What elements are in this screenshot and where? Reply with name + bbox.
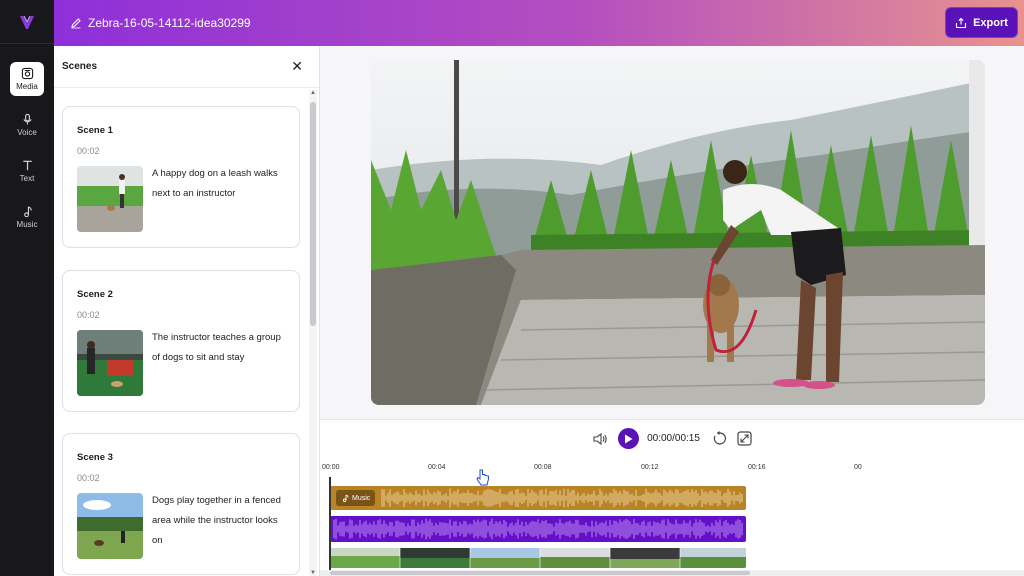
volume-button[interactable] [592, 432, 608, 446]
rail-item-label: Voice [17, 128, 37, 137]
voice-track[interactable] [330, 516, 746, 542]
rail-item-text[interactable]: Text [10, 154, 44, 188]
play-button[interactable] [618, 428, 640, 449]
music-waveform [381, 488, 743, 508]
fullscreen-button[interactable] [737, 431, 752, 446]
close-icon[interactable]: ✕ [291, 58, 303, 75]
export-icon [956, 17, 967, 28]
export-label: Export [973, 16, 1008, 29]
music-note-icon [23, 206, 32, 218]
logo-icon [20, 15, 34, 29]
microphone-icon [22, 113, 32, 125]
scene-card-1[interactable]: Scene 1 00:02 A happy dog on a leash wal… [62, 106, 300, 248]
project-title[interactable]: Zebra-16-05-14112-idea30299 [88, 16, 251, 30]
export-button[interactable]: Export [945, 7, 1018, 38]
timeline-tick: 00:00 [322, 464, 340, 471]
scenes-title: Scenes [62, 61, 98, 72]
rail-item-label: Music [16, 220, 38, 229]
scroll-up-icon[interactable]: ▲ [310, 90, 316, 96]
pencil-icon[interactable] [70, 17, 82, 29]
playback-time: 00:00/00:15 [647, 433, 700, 444]
scene-name: Scene 3 [77, 452, 113, 463]
scene-duration: 00:02 [77, 473, 100, 483]
replay-button[interactable] [712, 431, 727, 446]
expand-icon [737, 431, 752, 446]
top-bar: Zebra-16-05-14112-idea30299 Export [54, 0, 1024, 46]
replay-icon [713, 431, 726, 445]
rail-item-media[interactable]: Media [10, 62, 44, 96]
scenes-scroll-thumb[interactable] [310, 102, 316, 326]
music-note-icon [342, 494, 349, 502]
timeline-tick: 00:08 [534, 464, 552, 471]
playhead[interactable] [329, 477, 331, 576]
music-label-text: Music [352, 494, 371, 502]
video-preview-area [320, 46, 1024, 419]
video-track-thumbnails [330, 548, 746, 568]
timeline-tick: 00:16 [748, 464, 766, 471]
app-logo[interactable] [0, 0, 54, 44]
player-controls: 00:00/00:15 [320, 419, 1024, 457]
timeline[interactable]: 00:00 00:04 00:08 00:12 00:16 00 Music [320, 457, 1024, 576]
scene-description: A happy dog on a leash walks next to an … [152, 168, 278, 199]
timeline-tick: 00:04 [428, 464, 446, 471]
video-frame-image [371, 60, 985, 405]
timeline-tick: 00 [854, 464, 862, 471]
rail-item-music[interactable]: Music [10, 200, 44, 234]
scene-duration: 00:02 [77, 146, 100, 156]
scene-name: Scene 1 [77, 125, 113, 136]
voice-waveform [333, 518, 743, 540]
text-icon [22, 160, 32, 171]
timeline-scroll-thumb[interactable] [330, 571, 750, 575]
scenes-panel: Scenes ✕ ▲ ▼ Scene 1 00:02 A happy dog o… [54, 46, 320, 576]
scene-name: Scene 2 [77, 289, 113, 300]
scene-card-2[interactable]: Scene 2 00:02 The instructor teaches a g… [62, 270, 300, 412]
rail-item-label: Text [19, 174, 35, 183]
scroll-down-icon[interactable]: ▼ [310, 570, 316, 576]
scene-duration: 00:02 [77, 310, 100, 320]
scenes-scrollbar[interactable]: ▲ ▼ [309, 90, 317, 576]
scenes-header: Scenes ✕ [54, 46, 319, 88]
project-title-wrap[interactable]: Zebra-16-05-14112-idea30299 [70, 16, 251, 30]
scene-thumbnail[interactable] [77, 330, 143, 396]
media-icon [21, 67, 33, 80]
play-icon [625, 434, 633, 443]
left-rail: Media Voice Text Music [0, 0, 54, 576]
music-track[interactable]: Music [330, 486, 746, 510]
scene-thumbnail[interactable] [77, 493, 143, 559]
rail-item-label: Media [16, 82, 38, 91]
timeline-tick: 00:12 [641, 464, 659, 471]
scene-description: The instructor teaches a group of dogs t… [152, 332, 281, 363]
video-preview[interactable] [371, 60, 985, 405]
pointer-cursor-icon [476, 469, 489, 486]
scene-thumbnail[interactable] [77, 166, 143, 232]
speaker-icon [593, 432, 607, 445]
music-track-label: Music [336, 490, 376, 506]
scene-card-3[interactable]: Scene 3 00:02 Dogs play together in a fe… [62, 433, 300, 575]
video-track[interactable] [330, 548, 746, 568]
scene-description: Dogs play together in a fenced area whil… [152, 495, 281, 546]
timeline-scrollbar[interactable] [320, 570, 1024, 576]
rail-item-voice[interactable]: Voice [10, 108, 44, 142]
video-editor-app: Media Voice Text Music Zebra-16-05-14112… [0, 0, 1024, 576]
